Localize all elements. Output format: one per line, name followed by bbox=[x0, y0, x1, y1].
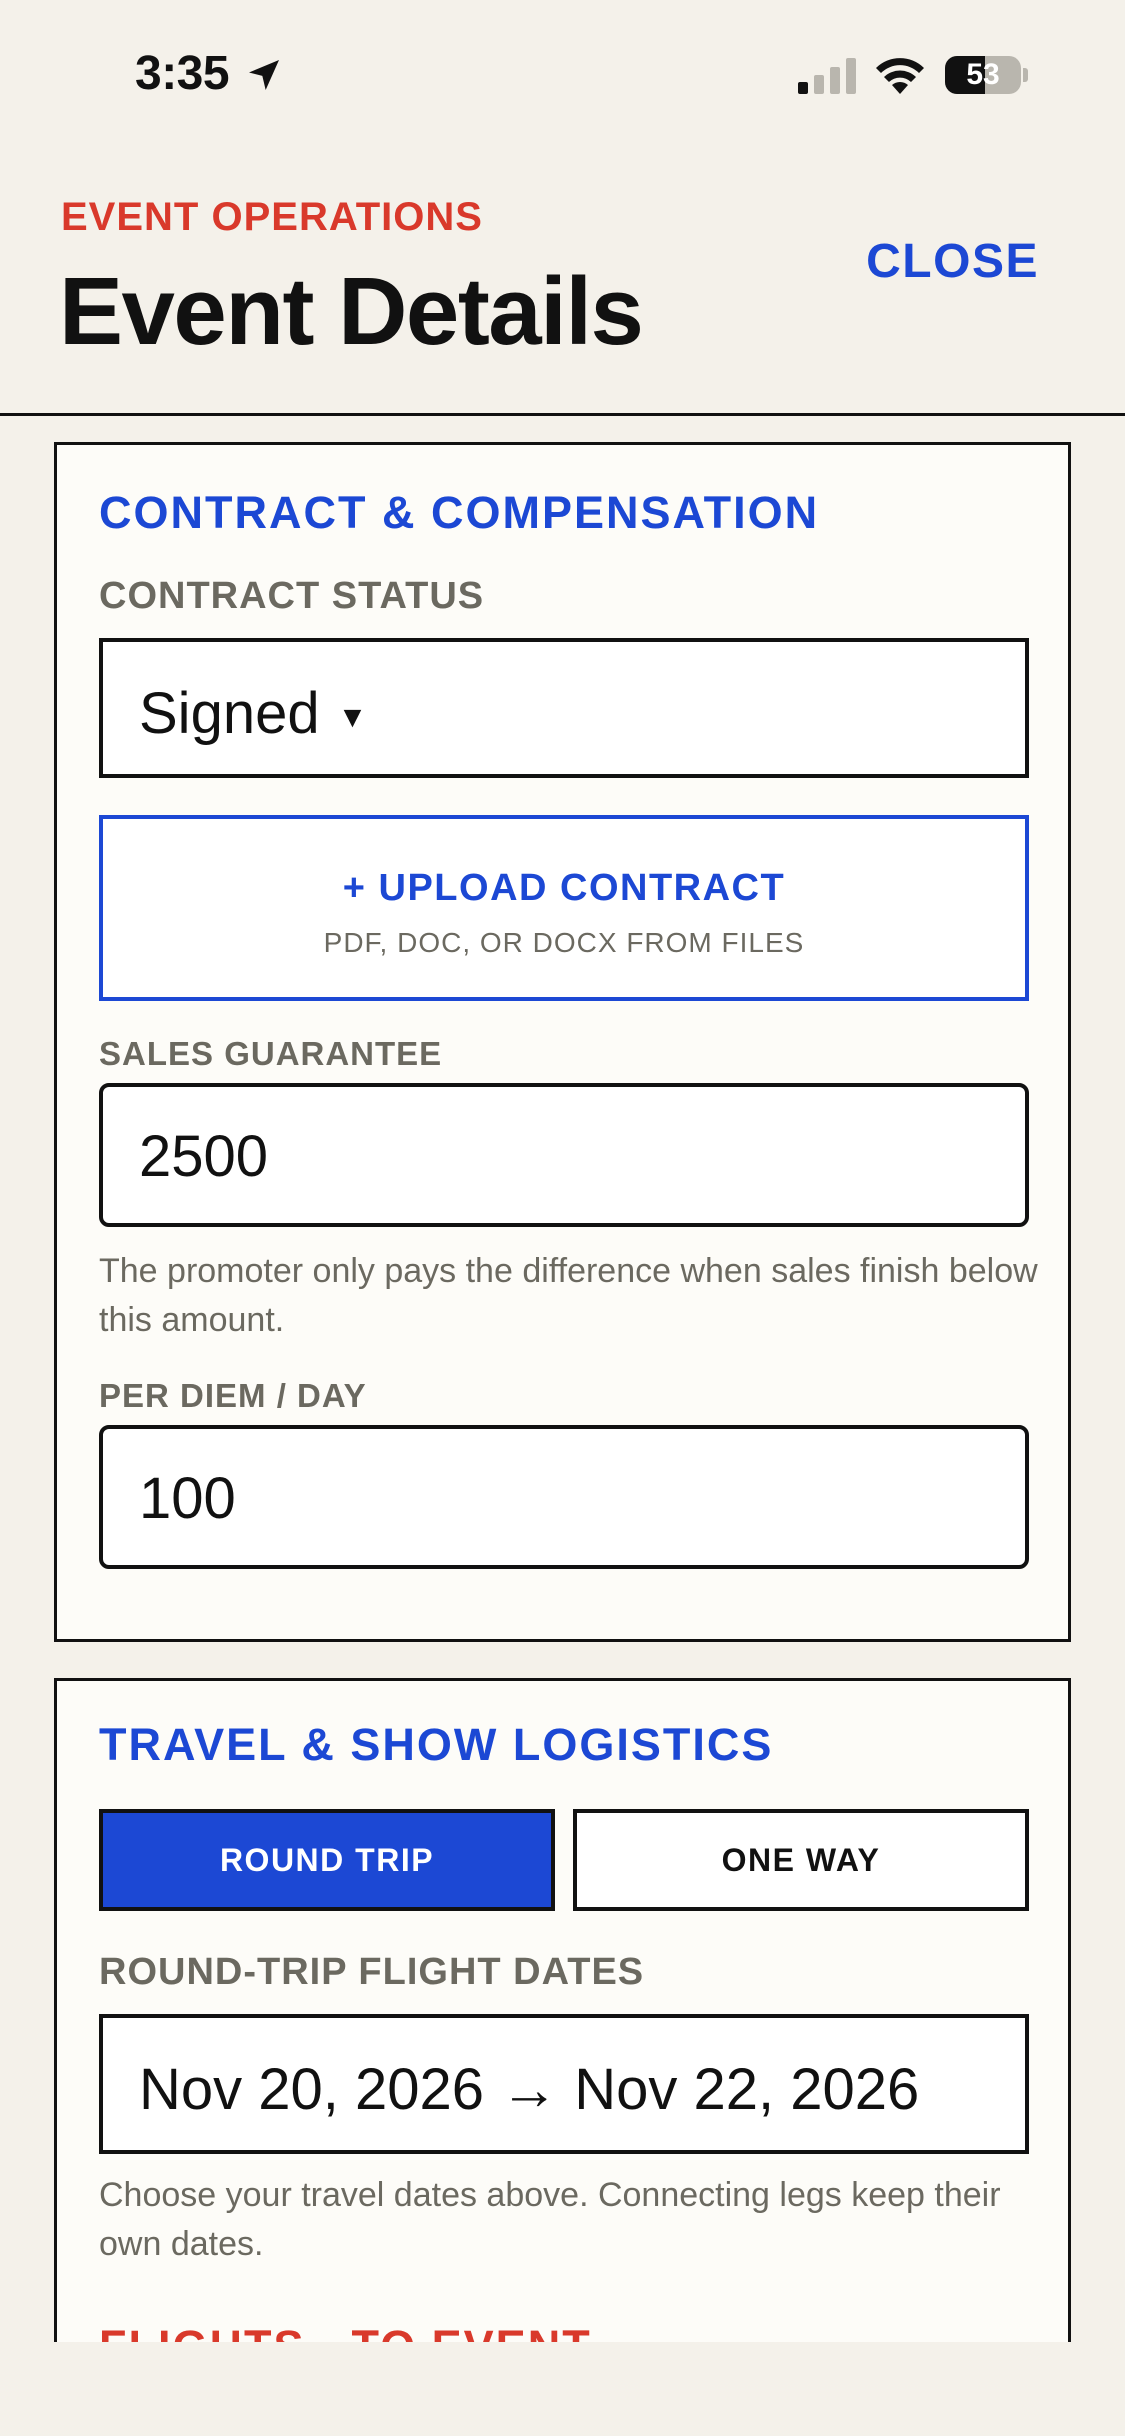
sales-guarantee-value: 2500 bbox=[139, 1124, 269, 1189]
flight-dates-value: Nov 20, 2026 → Nov 22, 2026 bbox=[139, 2057, 920, 2122]
upload-contract-label: + UPLOAD CONTRACT bbox=[342, 867, 786, 909]
sales-guarantee-label: SALES GUARANTEE bbox=[99, 1035, 443, 1072]
caret-down-icon: ▼ bbox=[337, 700, 368, 734]
per-diem-input[interactable]: 100 bbox=[99, 1425, 1029, 1569]
page-header: EVENT OPERATIONS Event Details CLOSE bbox=[0, 150, 1125, 416]
one-way-toggle[interactable]: ONE WAY bbox=[573, 1809, 1029, 1911]
sales-guarantee-helper: The promoter only pays the difference wh… bbox=[99, 1252, 1038, 1339]
round-trip-toggle[interactable]: ROUND TRIP bbox=[99, 1809, 555, 1911]
sales-guarantee-input[interactable]: 2500 bbox=[99, 1083, 1029, 1227]
travel-section-title: TRAVEL & SHOW LOGISTICS bbox=[99, 1719, 774, 1770]
contract-section-title: CONTRACT & COMPENSATION bbox=[99, 487, 820, 538]
contract-status-label: CONTRACT STATUS bbox=[99, 575, 485, 617]
battery-icon: 53 bbox=[945, 56, 1028, 94]
contract-compensation-card: CONTRACT & COMPENSATION CONTRACT STATUS … bbox=[54, 442, 1071, 1642]
per-diem-value: 100 bbox=[139, 1466, 236, 1531]
wifi-icon bbox=[876, 58, 924, 94]
close-button[interactable]: CLOSE bbox=[866, 234, 1039, 289]
status-time: 3:35 bbox=[135, 47, 230, 100]
cellular-signal-icon bbox=[798, 58, 856, 94]
per-diem-label: PER DIEM / DAY bbox=[99, 1377, 367, 1414]
flight-dates-helper: Choose your travel dates above. Connecti… bbox=[99, 2176, 1001, 2263]
battery-percent: 53 bbox=[966, 58, 1000, 91]
upload-contract-button[interactable]: + UPLOAD CONTRACT PDF, DOC, OR DOCX FROM… bbox=[99, 815, 1029, 1001]
location-arrow-icon bbox=[249, 60, 279, 90]
flight-dates-label: ROUND-TRIP FLIGHT DATES bbox=[99, 1951, 645, 1993]
upload-contract-hint: PDF, DOC, OR DOCX FROM FILES bbox=[323, 927, 805, 958]
contract-status-select[interactable]: Signed ▼ bbox=[99, 638, 1029, 778]
page-eyebrow: EVENT OPERATIONS bbox=[61, 195, 483, 239]
page-title: Event Details bbox=[59, 258, 644, 365]
status-bar: 3:35 53 bbox=[0, 0, 1125, 150]
contract-status-value: Signed bbox=[139, 681, 320, 746]
bottom-safe-area bbox=[0, 2342, 1125, 2436]
travel-logistics-card: TRAVEL & SHOW LOGISTICS ROUND TRIP ONE W… bbox=[54, 1678, 1071, 2378]
flight-dates-picker[interactable]: Nov 20, 2026 → Nov 22, 2026 bbox=[99, 2014, 1029, 2154]
